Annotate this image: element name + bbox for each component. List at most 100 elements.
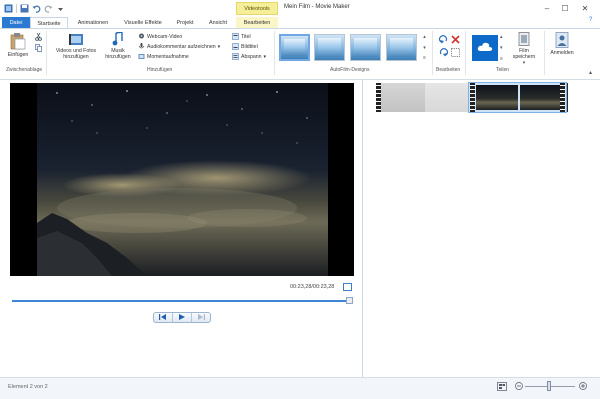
group-separator bbox=[432, 31, 433, 75]
play-icon bbox=[179, 313, 185, 322]
title-button[interactable]: Titel bbox=[232, 32, 251, 41]
timecode: 00:23,28/00:23,28 bbox=[290, 284, 335, 290]
fullscreen-icon[interactable] bbox=[343, 283, 352, 291]
paste-button[interactable]: Einfügen bbox=[6, 32, 30, 64]
group-separator bbox=[46, 31, 47, 75]
chevron-down-icon: ▾ bbox=[522, 60, 526, 66]
previous-frame-button[interactable] bbox=[154, 313, 173, 322]
add-videos-photos-button[interactable]: Videos und Fotos hinzufügen bbox=[51, 32, 101, 66]
caption-button[interactable]: Bildtitel bbox=[232, 42, 258, 51]
gallery-more-icon[interactable]: ≡ bbox=[423, 55, 426, 61]
group-label-autofilm-designs: AutoFilm-Designs bbox=[330, 67, 370, 73]
chevron-down-icon[interactable]: ▾ bbox=[500, 45, 506, 51]
paste-icon bbox=[10, 32, 26, 52]
theme-thumbnail[interactable] bbox=[350, 34, 381, 61]
group-label-teilen: Teilen bbox=[496, 67, 510, 73]
narration-button[interactable]: Audiokommentar aufzeichnen ▾ bbox=[138, 42, 220, 51]
group-label-hinzufuegen: Hinzufügen bbox=[147, 67, 173, 73]
narration-label: Audiokommentar aufzeichnen bbox=[147, 43, 216, 50]
next-frame-button[interactable] bbox=[192, 313, 210, 322]
caption-label: Bildtitel bbox=[241, 43, 258, 50]
theme-gallery-scroll[interactable]: ▴ ▾ ≡ bbox=[421, 34, 428, 61]
credits-icon bbox=[232, 53, 239, 60]
playback-indicator[interactable] bbox=[567, 83, 568, 112]
zoom-out-icon[interactable] bbox=[515, 382, 523, 392]
onedrive-button[interactable] bbox=[472, 35, 498, 61]
save-movie-button[interactable]: Film speichern ▾ bbox=[508, 32, 540, 66]
chevron-down-icon[interactable]: ▾ bbox=[423, 45, 426, 51]
storyboard-clip[interactable] bbox=[376, 83, 469, 112]
window-title: Mein Film - Movie Maker bbox=[284, 4, 350, 10]
playback-controls bbox=[153, 312, 211, 323]
credits-label: Abspann bbox=[241, 53, 262, 60]
seek-progress bbox=[12, 300, 352, 302]
videotools-context-header: Videotools bbox=[236, 2, 278, 15]
chevron-down-icon: ▾ bbox=[217, 43, 221, 50]
storyboard-clip[interactable] bbox=[468, 82, 567, 113]
webcam-icon bbox=[138, 33, 145, 40]
status-text: Element 2 von 2 bbox=[8, 384, 48, 390]
redo-icon[interactable] bbox=[44, 4, 53, 13]
group-separator bbox=[274, 31, 275, 75]
add-music-button[interactable]: Musik hinzufügen bbox=[102, 31, 134, 66]
group-label-zwischenablage: Zwischenablage bbox=[6, 67, 43, 73]
theme-thumbnail[interactable] bbox=[279, 34, 310, 61]
signin-button[interactable]: Anmelden bbox=[547, 32, 577, 62]
film-strip-icon bbox=[518, 32, 530, 48]
next-frame-icon bbox=[197, 313, 205, 322]
delete-icon[interactable] bbox=[451, 35, 460, 46]
undo-icon[interactable] bbox=[32, 4, 41, 13]
minimize-button[interactable]: – bbox=[538, 2, 556, 14]
add-music-label: Musik hinzufügen bbox=[105, 48, 131, 60]
thumbnail-size-icon[interactable] bbox=[497, 382, 507, 393]
video-frame-image bbox=[37, 83, 328, 276]
title-icon bbox=[232, 33, 239, 40]
film-photo-icon bbox=[68, 32, 84, 48]
select-all-icon[interactable] bbox=[451, 48, 460, 59]
close-button[interactable]: ✕ bbox=[576, 2, 594, 14]
title-label: Titel bbox=[241, 33, 251, 40]
save-movie-label: Film speichern bbox=[512, 48, 536, 60]
seek-thumb[interactable] bbox=[346, 297, 353, 304]
cut-icon[interactable] bbox=[35, 32, 42, 43]
webcam-video-button[interactable]: Webcam-Video bbox=[138, 32, 182, 41]
microphone-icon bbox=[138, 43, 145, 50]
customize-qat-icon[interactable] bbox=[56, 4, 65, 13]
paste-label: Einfügen bbox=[7, 52, 29, 58]
chevron-down-icon: ▾ bbox=[263, 53, 267, 60]
group-separator bbox=[544, 31, 545, 75]
help-icon[interactable]: ? bbox=[589, 17, 592, 23]
group-separator bbox=[465, 31, 466, 75]
status-bar bbox=[0, 377, 600, 399]
save-icon[interactable] bbox=[20, 4, 29, 13]
cloud-icon bbox=[477, 42, 493, 54]
chevron-up-icon[interactable]: ▴ bbox=[423, 34, 426, 40]
zoom-slider-thumb[interactable] bbox=[547, 381, 551, 391]
theme-thumbnail[interactable] bbox=[386, 34, 417, 61]
collapse-ribbon-icon[interactable]: ▴ bbox=[589, 69, 592, 76]
share-gallery-scroll[interactable]: ▴ ▾ ≡ bbox=[500, 34, 506, 62]
webcam-video-label: Webcam-Video bbox=[147, 33, 183, 40]
user-account-icon bbox=[555, 32, 569, 50]
app-icon bbox=[4, 4, 13, 13]
play-button[interactable] bbox=[173, 313, 192, 322]
snapshot-button[interactable]: Momentaufnahme bbox=[138, 52, 189, 61]
music-note-icon bbox=[111, 31, 125, 48]
maximize-button[interactable]: ☐ bbox=[556, 2, 574, 14]
snapshot-icon bbox=[138, 53, 145, 60]
theme-thumbnail[interactable] bbox=[314, 34, 345, 61]
zoom-in-icon[interactable] bbox=[579, 382, 587, 392]
quick-access-toolbar bbox=[4, 2, 65, 14]
add-videos-photos-label: Videos und Fotos hinzufügen bbox=[55, 48, 97, 60]
signin-label: Anmelden bbox=[550, 50, 574, 56]
snapshot-label: Momentaufnahme bbox=[147, 53, 189, 60]
gallery-more-icon[interactable]: ≡ bbox=[500, 56, 506, 62]
storyboard bbox=[364, 80, 600, 377]
group-label-bearbeiten: Bearbeiten bbox=[436, 67, 461, 73]
previous-frame-icon bbox=[159, 313, 167, 322]
copy-icon[interactable] bbox=[35, 44, 42, 54]
rotate-right-icon[interactable] bbox=[439, 48, 449, 59]
credits-button[interactable]: Abspann ▾ bbox=[232, 52, 266, 61]
chevron-up-icon[interactable]: ▴ bbox=[500, 34, 506, 40]
rotate-left-icon[interactable] bbox=[438, 35, 448, 46]
